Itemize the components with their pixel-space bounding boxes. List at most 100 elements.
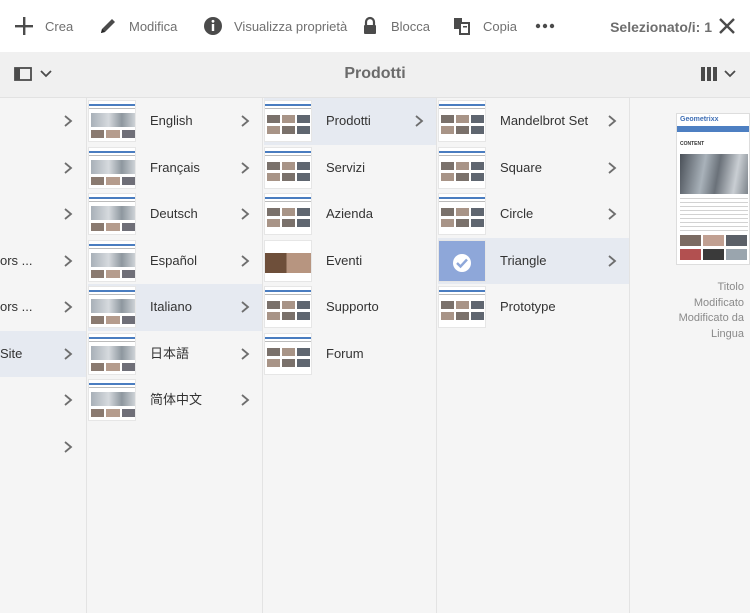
chevron-right-icon (608, 115, 617, 127)
chevron-right-icon (241, 115, 250, 127)
page-thumbnail (88, 100, 136, 142)
page-thumbnail (88, 379, 136, 421)
list-item[interactable] (0, 377, 86, 424)
chevron-right-icon (64, 347, 73, 360)
copy-icon (451, 15, 473, 37)
create-button[interactable]: Crea (13, 0, 73, 52)
view-switcher-button[interactable] (700, 66, 736, 82)
preview-metadata: Titolo Modificato Modificato da Lingua (679, 280, 744, 342)
list-item[interactable]: 简体中文 (88, 377, 262, 424)
list-item[interactable] (0, 98, 86, 145)
chevron-right-icon (241, 161, 250, 174)
meta-modified-by: Modificato da (678, 312, 744, 325)
list-item[interactable]: Eventi (264, 238, 436, 285)
selection-count: Selezionato/i: 1 (610, 19, 712, 35)
lock-icon (359, 15, 381, 37)
page-title: Prodotti (344, 65, 406, 82)
column-sections: Prodotti Servizi Azienda Eventi Supporto… (264, 98, 437, 613)
preview-hero-image (680, 154, 748, 194)
list-item[interactable]: Circle (438, 191, 629, 238)
list-item[interactable] (0, 191, 86, 238)
chevron-right-icon (608, 208, 617, 220)
info-icon (202, 15, 224, 37)
page-thumbnail (88, 193, 136, 235)
chevron-right-icon (64, 394, 73, 406)
list-item[interactable]: Square (438, 145, 629, 192)
list-item[interactable]: English (88, 98, 262, 145)
list-item[interactable]: ors ... (0, 284, 86, 331)
list-item-selected[interactable]: Site (0, 330, 86, 377)
page-preview-card[interactable]: Geometrixx CONTENT (676, 113, 750, 265)
list-item[interactable]: Deutsch (88, 191, 262, 238)
preview-brand: Geometrixx (680, 116, 719, 123)
chevron-right-icon (64, 440, 73, 453)
list-item[interactable]: Servizi (264, 145, 436, 192)
page-thumbnail (264, 193, 312, 235)
meta-modified: Modificato (693, 296, 744, 309)
chevron-right-icon (608, 161, 617, 174)
column-languages: English Français Deutsch Español Italian… (88, 98, 263, 613)
column-products: Mandelbrot Set Square Circle Triangle Pr… (438, 98, 630, 613)
page-thumbnail (264, 332, 312, 375)
list-item[interactable]: Supporto (264, 284, 436, 331)
list-item-selected[interactable]: Prodotti (264, 98, 436, 145)
list-item[interactable]: Azienda (264, 191, 436, 238)
view-properties-label: Visualizza proprietà (234, 18, 348, 34)
chevron-right-icon (608, 254, 617, 267)
list-item[interactable]: Español (88, 238, 262, 285)
chevron-right-icon (415, 115, 424, 127)
list-item[interactable] (0, 145, 86, 192)
page-thumbnail (438, 193, 486, 235)
chevron-right-icon (64, 161, 73, 174)
page-thumbnail (438, 286, 486, 328)
chevron-right-icon (241, 301, 250, 313)
more-button[interactable] (534, 0, 566, 52)
page-thumbnail (264, 146, 312, 189)
close-icon (719, 18, 735, 34)
chevron-right-icon (241, 347, 250, 360)
chevron-right-icon (241, 208, 250, 220)
list-item-selected[interactable]: Italiano (88, 284, 262, 331)
preview-nav (677, 126, 749, 132)
page-thumbnail (438, 146, 486, 189)
edit-label: Modifica (129, 18, 178, 34)
list-item[interactable]: Forum (264, 331, 436, 378)
lock-label: Blocca (391, 18, 431, 34)
chevron-right-icon (241, 254, 250, 267)
page-thumbnail (438, 100, 486, 142)
checkmark-icon[interactable] (453, 253, 471, 272)
page-thumbnail (264, 239, 312, 282)
header-bar: Prodotti (0, 52, 750, 98)
view-properties-button[interactable]: Visualizza proprietà (202, 0, 347, 52)
list-item[interactable]: 日本語 (88, 331, 262, 378)
pencil-icon (97, 15, 119, 37)
list-item[interactable]: ors ... (0, 238, 86, 285)
edit-button[interactable]: Modifica (97, 0, 177, 52)
preview-heading: CONTENT (680, 141, 705, 147)
page-thumbnail (264, 286, 312, 328)
page-thumbnail (88, 146, 136, 189)
chevron-right-icon (64, 301, 73, 313)
chevron-down-icon (724, 70, 736, 78)
column-sites: ors ... ors ... Site (0, 98, 87, 613)
preview-panel: Geometrixx CONTENT Titolo Modificato Mod… (631, 98, 750, 613)
list-item[interactable]: Prototype (438, 284, 629, 331)
meta-title: Titolo (717, 281, 745, 293)
page-thumbnail (264, 100, 312, 142)
chevron-right-icon (64, 254, 73, 267)
column-view-icon (701, 67, 717, 81)
chevron-right-icon (64, 115, 73, 127)
lock-button[interactable]: Blocca (359, 0, 430, 52)
copy-label: Copia (483, 18, 517, 34)
meta-language: Lingua (710, 327, 744, 340)
page-thumbnail (88, 332, 136, 375)
more-icon (534, 15, 556, 37)
list-item[interactable] (0, 424, 86, 471)
list-item[interactable]: Mandelbrot Set (438, 98, 629, 145)
preview-gallery (680, 235, 748, 261)
list-item[interactable]: Français (88, 145, 262, 192)
list-item-checked[interactable]: Triangle (438, 237, 629, 284)
plus-icon (13, 15, 35, 37)
copy-button[interactable]: Copia (451, 0, 517, 52)
close-selection-button[interactable] (718, 17, 736, 35)
